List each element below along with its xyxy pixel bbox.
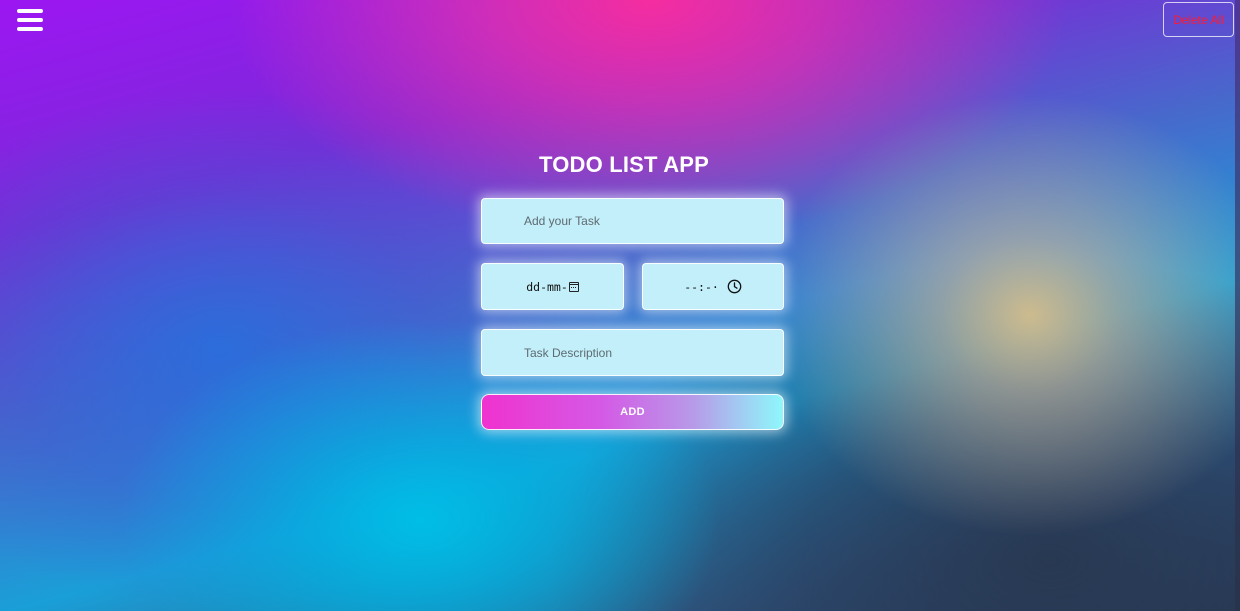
add-button[interactable]: ADD	[481, 394, 784, 430]
delete-all-button[interactable]: Delete All	[1163, 2, 1234, 37]
date-input[interactable]: dd-mm-	[481, 263, 624, 310]
page-title: TODO LIST APP	[538, 152, 710, 177]
task-input-placeholder: Add your Task	[524, 214, 600, 228]
time-input-value: --:-·	[684, 279, 719, 294]
task-description-input[interactable]: Task Description	[481, 329, 784, 376]
time-input[interactable]: --:-·	[642, 263, 784, 310]
date-input-value: dd-mm-	[526, 279, 568, 294]
window-edge	[1235, 0, 1240, 611]
task-description-placeholder: Task Description	[524, 345, 613, 360]
hamburger-menu-icon[interactable]	[17, 8, 43, 32]
task-input[interactable]: Add your Task	[481, 198, 784, 244]
clock-icon[interactable]	[727, 279, 742, 294]
calendar-icon[interactable]	[568, 281, 579, 292]
